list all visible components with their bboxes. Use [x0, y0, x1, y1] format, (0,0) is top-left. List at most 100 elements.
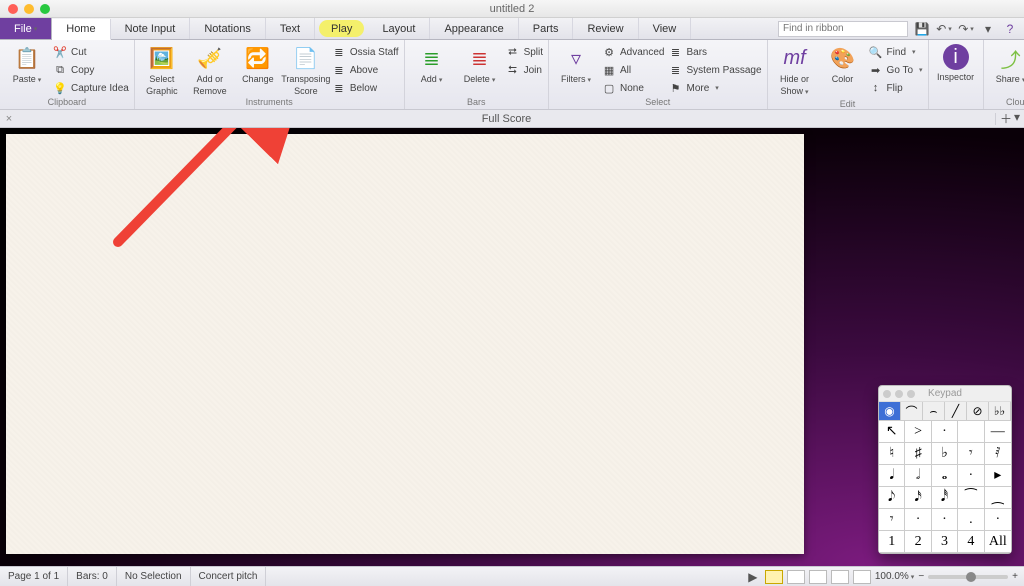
zoom-slider[interactable] — [928, 575, 1008, 579]
ossia-staff-button[interactable]: ≣Ossia Staff — [332, 44, 399, 60]
select-none-button[interactable]: ▢None — [602, 80, 664, 96]
system-passage-button[interactable]: ≣System Passage — [669, 62, 762, 78]
keypad-voice-4[interactable]: 4 — [958, 531, 984, 553]
zoom-out-button[interactable]: − — [918, 571, 924, 582]
zoom-value[interactable]: 100.0% — [875, 571, 914, 582]
select-more-button[interactable]: ⚑More — [669, 80, 762, 96]
goto-button[interactable]: ➡Go To — [869, 62, 923, 78]
color-button[interactable]: 🎨 Color — [821, 42, 865, 84]
add-bar-button[interactable]: ≣ Add — [410, 42, 454, 86]
keypad-cell[interactable]: . — [958, 509, 984, 531]
tab-menu-button[interactable]: ▾ — [1014, 110, 1020, 127]
flip-button[interactable]: ↕Flip — [869, 80, 923, 96]
keypad-cell[interactable]: 𝅀 — [985, 443, 1011, 465]
tab-layout[interactable]: Layout — [368, 18, 430, 39]
keypad-cell[interactable]: 𝅝 — [932, 465, 958, 487]
find-button[interactable]: 🔍Find — [869, 44, 923, 60]
keypad-cell[interactable]: 𝄾 — [879, 509, 905, 531]
keypad-cell[interactable]: 𝅘𝅥𝅰 — [932, 487, 958, 509]
tab-home[interactable]: Home — [52, 19, 110, 40]
keypad-cell[interactable]: 𝅘𝅥𝅮 — [879, 487, 905, 509]
keypad-tab-6[interactable]: ♭♭ — [989, 402, 1011, 420]
keypad-tab-1[interactable]: ◉ — [879, 402, 901, 420]
keypad-cell[interactable]: ▸ — [985, 465, 1011, 487]
view-mode-5[interactable] — [853, 570, 871, 584]
keypad-cell[interactable]: ↖ — [879, 421, 905, 443]
split-bar-button[interactable]: ⮂Split — [506, 44, 543, 60]
keypad-tab-5[interactable]: ⊘ — [967, 402, 989, 420]
options-chevron-icon[interactable]: ▾ — [980, 21, 996, 37]
delete-bar-button[interactable]: ≣ Delete — [458, 42, 502, 86]
capture-idea-button[interactable]: 💡Capture Idea — [53, 80, 129, 96]
inspector-button[interactable]: i Inspector — [934, 42, 978, 82]
view-mode-1[interactable] — [765, 570, 783, 584]
tab-review[interactable]: Review — [573, 18, 638, 39]
view-mode-4[interactable] — [831, 570, 849, 584]
select-graphic-button[interactable]: 🖼️ Select Graphic — [140, 42, 184, 96]
keypad-tab-3[interactable]: ⌢ — [923, 402, 945, 420]
tab-play[interactable]: Play — [319, 20, 364, 37]
join-bar-button[interactable]: ⮀Join — [506, 62, 543, 78]
keypad-cell[interactable]: 𝄾 — [958, 443, 984, 465]
undo-icon[interactable]: ↶ — [936, 21, 952, 37]
copy-button[interactable]: ⧉Copy — [53, 62, 129, 78]
transposing-score-button[interactable]: 📄 Transposing Score — [284, 42, 328, 96]
save-icon[interactable]: 💾 — [914, 21, 930, 37]
tab-notations[interactable]: Notations — [190, 18, 265, 39]
keypad-cell[interactable]: · — [932, 509, 958, 531]
keypad-cell[interactable]: > — [905, 421, 931, 443]
keypad-cell[interactable]: — — [985, 421, 1011, 443]
redo-icon[interactable]: ↷ — [958, 21, 974, 37]
hide-or-show-button[interactable]: mf Hide or Show — [773, 42, 817, 98]
keypad-cell[interactable]: ♮ — [879, 443, 905, 465]
keypad-voice-3[interactable]: 3 — [932, 531, 958, 553]
keypad-cell[interactable]: · — [905, 509, 931, 531]
find-in-ribbon-input[interactable] — [778, 21, 908, 37]
keypad-cell[interactable]: · — [958, 465, 984, 487]
keypad-cell[interactable] — [958, 421, 984, 443]
add-or-remove-button[interactable]: 🎺 Add or Remove — [188, 42, 232, 96]
tab-note-input[interactable]: Note Input — [111, 18, 191, 39]
view-mode-3[interactable] — [809, 570, 827, 584]
keypad-voice-1[interactable]: 1 — [879, 531, 905, 553]
document-tab[interactable]: Full Score — [18, 113, 996, 125]
share-button[interactable]: ⤴ Share — [989, 42, 1024, 86]
keypad-voice-all[interactable]: All — [985, 531, 1011, 553]
score-page[interactable] — [6, 134, 804, 554]
cut-button[interactable]: ✂️Cut — [53, 44, 129, 60]
tab-appearance[interactable]: Appearance — [430, 18, 518, 39]
transport-icon[interactable]: ▶ — [745, 569, 761, 585]
keypad-tab-4[interactable]: ╱ — [945, 402, 967, 420]
keypad-tab-2[interactable]: ⌒ — [901, 402, 923, 420]
tab-text[interactable]: Text — [266, 18, 315, 39]
keypad-cell[interactable]: ⁔ — [985, 487, 1011, 509]
keypad-cell[interactable]: ♭ — [932, 443, 958, 465]
select-bars-button[interactable]: ≣Bars — [669, 44, 762, 60]
keypad-cell[interactable]: 𝅘𝅥 — [879, 465, 905, 487]
keypad-cell[interactable]: · — [985, 509, 1011, 531]
filters-button[interactable]: ▿ Filters — [554, 42, 598, 86]
add-staff-above-button[interactable]: ≣Above — [332, 62, 399, 78]
concert-pitch-button[interactable]: Concert pitch — [191, 567, 267, 586]
keypad-cell[interactable]: 𝅗𝅥 — [905, 465, 931, 487]
keypad-cell[interactable]: 𝅘𝅥𝅯 — [905, 487, 931, 509]
keypad-cell[interactable]: ♯ — [905, 443, 931, 465]
add-staff-below-button[interactable]: ≣Below — [332, 80, 399, 96]
select-all-button[interactable]: ▦All — [602, 62, 664, 78]
keypad-cell[interactable]: · — [932, 421, 958, 443]
score-canvas[interactable]: Keypad ◉ ⌒ ⌢ ╱ ⊘ ♭♭ ↖>· —♮♯♭𝄾𝅀𝅘𝅥𝅗𝅥𝅝·▸𝅘𝅥𝅮… — [0, 128, 1024, 566]
advanced-select-button[interactable]: ⚙Advanced — [602, 44, 664, 60]
keypad-panel[interactable]: Keypad ◉ ⌒ ⌢ ╱ ⊘ ♭♭ ↖>· —♮♯♭𝄾𝅀𝅘𝅥𝅗𝅥𝅝·▸𝅘𝅥𝅮… — [878, 385, 1012, 554]
keypad-voice-2[interactable]: 2 — [905, 531, 931, 553]
tab-view[interactable]: View — [639, 18, 692, 39]
view-mode-2[interactable] — [787, 570, 805, 584]
help-icon[interactable]: ? — [1002, 21, 1018, 37]
keypad-titlebar[interactable]: Keypad — [879, 386, 1011, 402]
zoom-in-button[interactable]: + — [1012, 571, 1018, 582]
tab-parts[interactable]: Parts — [519, 18, 574, 39]
paste-button[interactable]: 📋 Paste — [5, 42, 49, 86]
tab-file[interactable]: File — [0, 18, 52, 39]
change-instrument-button[interactable]: 🔁 Change — [236, 42, 280, 84]
keypad-cell[interactable]: ⁀ — [958, 487, 984, 509]
new-tab-button[interactable]: ＋ — [1000, 110, 1012, 127]
